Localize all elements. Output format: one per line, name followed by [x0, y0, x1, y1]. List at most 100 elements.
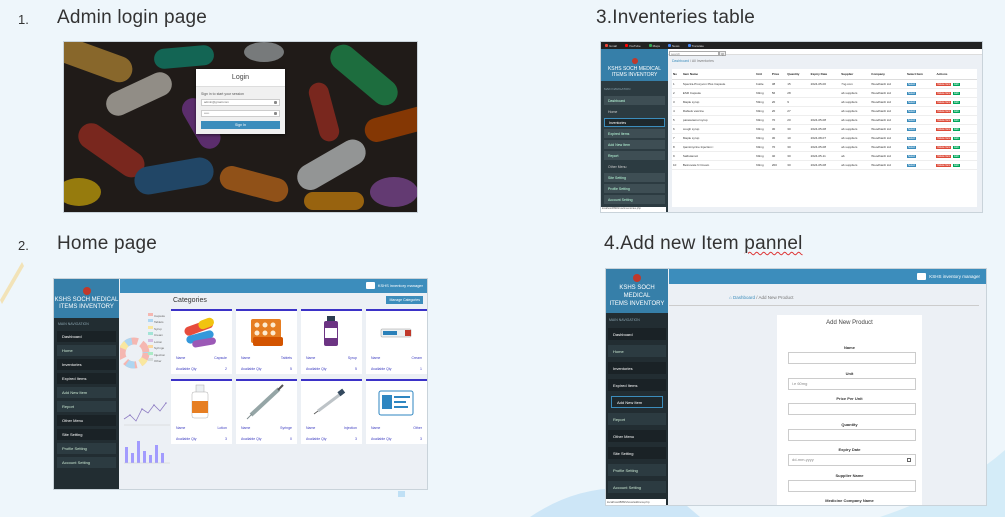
bookmark-youtube[interactable]: YouTube — [624, 44, 641, 48]
logo-icon — [631, 58, 638, 64]
edit-button[interactable]: Edit — [953, 136, 960, 140]
sidebar-item-profile-setting[interactable]: Profile Setting — [604, 184, 665, 193]
category-card-lotion[interactable]: Name Lotion Available Qty 3 — [171, 379, 232, 444]
sidebar-item-add-new-item[interactable]: Add New Item — [611, 396, 663, 408]
edit-button[interactable]: Edit — [953, 145, 960, 149]
sidebar-item-dashboard[interactable]: Dashboard — [57, 331, 116, 342]
select-button[interactable]: Select — [906, 82, 916, 86]
delete-button[interactable]: Delete Item — [936, 154, 952, 158]
cell-no: 1 — [672, 79, 682, 89]
sidebar-item-site-setting[interactable]: Site Setting — [608, 447, 666, 459]
sidebar-item-expired-items[interactable]: Expired Items — [608, 379, 666, 391]
sidebar-item-add-new-item[interactable]: Add New Item — [604, 140, 665, 149]
delete-button[interactable]: Delete Item — [936, 118, 952, 122]
sidebar-item-profile-setting[interactable]: Profile Setting — [608, 464, 666, 476]
edit-button[interactable]: Edit — [953, 118, 960, 122]
cell-price: 200 — [770, 160, 787, 170]
delete-button[interactable]: Delete Item — [936, 109, 952, 113]
supplier-name-field[interactable] — [788, 479, 916, 492]
edit-button[interactable]: Edit — [953, 100, 960, 104]
expiry-date-field[interactable]: dd-mm-yyyy — [788, 454, 916, 466]
price-per-unit-field[interactable] — [788, 403, 916, 415]
select-button[interactable]: Select — [906, 163, 916, 167]
category-card-injection[interactable]: Name Injection Available Qty 3 — [301, 379, 362, 444]
select-button[interactable]: Select — [906, 91, 916, 95]
sidebar-item-home[interactable]: Home — [57, 345, 116, 356]
sidebar-item-home[interactable]: Home — [604, 107, 665, 116]
quantity-field[interactable] — [788, 428, 916, 441]
delete-button[interactable]: Delete Item — [936, 82, 952, 86]
delete-button[interactable]: Delete Item — [936, 136, 952, 140]
select-button[interactable]: Select — [906, 154, 916, 158]
bookmark-translate[interactable]: Translate — [687, 44, 704, 48]
sidebar-item-profile-setting[interactable]: Profile Setting — [57, 443, 116, 454]
sidebar-item-site-setting[interactable]: Site Setting — [57, 429, 116, 440]
category-card-syringe[interactable]: Name Syringe Available Qty 0 — [236, 379, 297, 444]
sidebar-item-expired-items[interactable]: Expired Items — [57, 373, 116, 384]
sidebar-item-report[interactable]: Report — [608, 413, 666, 425]
sign-in-button[interactable]: Sign In — [201, 121, 280, 129]
cell-quantity: 9 — [786, 97, 810, 107]
delete-button[interactable]: Delete Item — [936, 163, 952, 167]
sidebar-item-inventories[interactable]: Inventories — [604, 118, 665, 127]
search-input[interactable]: search — [669, 51, 719, 56]
edit-button[interactable]: Edit — [953, 127, 960, 131]
sidebar-item-add-new-item[interactable]: Add New Item — [57, 387, 116, 398]
password-value: ••••• — [204, 111, 210, 115]
bookmark-news[interactable]: News — [667, 44, 680, 48]
cell-actions: Delete Item Edit — [935, 124, 977, 134]
name-field[interactable] — [788, 352, 916, 364]
sidebar-item-other-menu[interactable]: Other Menu — [608, 430, 666, 442]
user-menu[interactable]: KSHS inventory manager — [365, 282, 423, 289]
edit-button[interactable]: Edit — [953, 91, 960, 95]
sidebar-item-report[interactable]: Report — [604, 151, 665, 160]
select-button[interactable]: Select — [906, 145, 916, 149]
medicine-company-name-field[interactable] — [788, 505, 916, 506]
category-card-capsule[interactable]: Name Capsule Available Qty 2 — [171, 309, 232, 374]
edit-button[interactable]: Edit — [953, 109, 960, 113]
category-card-tablets[interactable]: Name Tablets Available Qty 5 — [236, 309, 297, 374]
sidebar-item-site-setting[interactable]: Site Setting — [604, 173, 665, 182]
category-name-row: Name Cream — [371, 356, 422, 360]
user-menu[interactable]: KSHS inventory manager — [917, 273, 980, 280]
unit-field[interactable]: i.e 60mg — [788, 377, 916, 390]
sidebar-item-account-setting[interactable]: Account Setting — [608, 481, 666, 493]
sidebar-item-inventories[interactable]: Inventories — [608, 362, 666, 374]
sidebar-item-inventories[interactable]: Inventories — [57, 359, 116, 370]
select-button[interactable]: Select — [906, 127, 916, 131]
edit-button[interactable]: Edit — [953, 154, 960, 158]
email-field[interactable]: admin@gmail.com — [201, 99, 280, 106]
password-field[interactable]: ••••• — [201, 110, 280, 117]
category-card-cream[interactable]: Name Cream Available Qty 1 — [366, 309, 427, 374]
breadcrumb-root[interactable]: Dashboard — [672, 59, 689, 63]
select-button[interactable]: Select — [906, 109, 916, 113]
bookmark-maps[interactable]: Maps — [648, 44, 660, 48]
sidebar-item-dashboard[interactable]: Dashboard — [604, 96, 665, 105]
sidebar-item-dashboard[interactable]: Dashboard — [608, 328, 666, 340]
home-content: Capsule Tablets Syrup Cream Lotion Syringe Inj… — [120, 293, 427, 489]
category-card-syrup[interactable]: Name Syrup Available Qty 5 — [301, 309, 362, 374]
sidebar-item-other-menu[interactable]: Other Menu — [604, 162, 665, 171]
breadcrumb-root[interactable]: Dashboard — [733, 295, 755, 300]
delete-button[interactable]: Delete Item — [936, 127, 952, 131]
edit-button[interactable]: Edit — [953, 163, 960, 167]
sidebar-item-account-setting[interactable]: Account Setting — [604, 195, 665, 204]
sidebar-item-home[interactable]: Home — [608, 345, 666, 357]
breadcrumb: ⌂ Dashboard / Add New Product — [729, 295, 794, 300]
sidebar-item-report[interactable]: Report — [57, 401, 116, 412]
sidebar-item-other-menu[interactable]: Other Menu — [57, 415, 116, 426]
bookmark-gmail[interactable]: Gmail — [605, 44, 617, 48]
select-button[interactable]: Select — [906, 118, 916, 122]
select-button[interactable]: Select — [906, 136, 916, 140]
manage-categories-button[interactable]: Manage Categories — [386, 296, 423, 304]
search-button[interactable]: Q — [719, 51, 726, 56]
select-button[interactable]: Select — [906, 100, 916, 104]
edit-button[interactable]: Edit — [953, 82, 960, 86]
delete-button[interactable]: Delete Item — [936, 145, 952, 149]
cell-price: 20 — [770, 106, 787, 116]
category-card-other[interactable]: Name Other Available Qty 3 — [366, 379, 427, 444]
sidebar-item-expired-items[interactable]: Expired Items — [604, 129, 665, 138]
delete-button[interactable]: Delete Item — [936, 100, 952, 104]
sidebar-item-account-setting[interactable]: Account Setting — [57, 457, 116, 468]
delete-button[interactable]: Delete Item — [936, 91, 952, 95]
